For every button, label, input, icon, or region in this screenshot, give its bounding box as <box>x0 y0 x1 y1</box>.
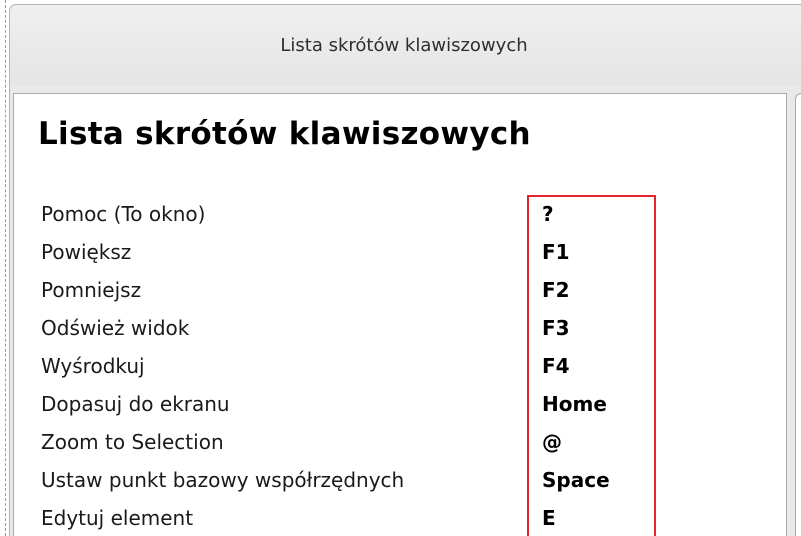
shortcut-key: Home <box>542 392 607 416</box>
shortcut-action: Wyśrodkuj <box>41 354 145 378</box>
shortcut-row: Powiększ F1 <box>41 237 741 275</box>
shortcut-row: Wyśrodkuj F4 <box>41 351 741 389</box>
shortcut-key: F4 <box>542 354 570 378</box>
shortcut-row: Pomoc (To okno) ? <box>41 199 741 237</box>
shortcut-row: Ustaw punkt bazowy współrzędnych Space <box>41 465 741 503</box>
window-title: Lista skrótów klawiszowych <box>280 34 528 56</box>
page-title: Lista skrótów klawiszowych <box>38 116 531 152</box>
shortcut-action: Zoom to Selection <box>41 430 224 454</box>
shortcut-key: F1 <box>542 240 570 264</box>
shortcut-action: Pomniejsz <box>41 278 142 302</box>
shortcut-action: Dopasuj do ekranu <box>41 392 230 416</box>
shortcut-row: Edytuj element E <box>41 503 741 536</box>
shortcut-action: Pomoc (To okno) <box>41 202 206 226</box>
hotkeys-content-panel: Lista skrótów klawiszowych Pomoc (To okn… <box>13 93 787 536</box>
shortcut-key: E <box>542 506 556 530</box>
shortcut-action: Odśwież widok <box>41 316 190 340</box>
screen: Lista skrótów klawiszowych Lista skrótów… <box>0 0 801 536</box>
shortcut-row: Dopasuj do ekranu Home <box>41 389 741 427</box>
shortcut-row: Odśwież widok F3 <box>41 313 741 351</box>
shortcut-key: F2 <box>542 278 570 302</box>
shortcut-key: ? <box>542 202 554 226</box>
adjacent-panel-edge <box>795 93 801 536</box>
shortcut-action: Powiększ <box>41 240 132 264</box>
hotkeys-dialog: Lista skrótów klawiszowych Lista skrótów… <box>9 4 801 536</box>
shortcut-action: Ustaw punkt bazowy współrzędnych <box>41 468 405 492</box>
shortcut-key: F3 <box>542 316 570 340</box>
shortcut-key: Space <box>542 468 610 492</box>
shortcut-key: @ <box>542 430 562 454</box>
shortcut-list: Pomoc (To okno) ? Powiększ F1 Pomniejsz … <box>41 199 741 536</box>
background-window-edge <box>0 0 6 536</box>
shortcut-row: Zoom to Selection @ <box>41 427 741 465</box>
title-bar[interactable]: Lista skrótów klawiszowych <box>10 5 801 85</box>
shortcut-action: Edytuj element <box>41 506 194 530</box>
shortcut-row: Pomniejsz F2 <box>41 275 741 313</box>
